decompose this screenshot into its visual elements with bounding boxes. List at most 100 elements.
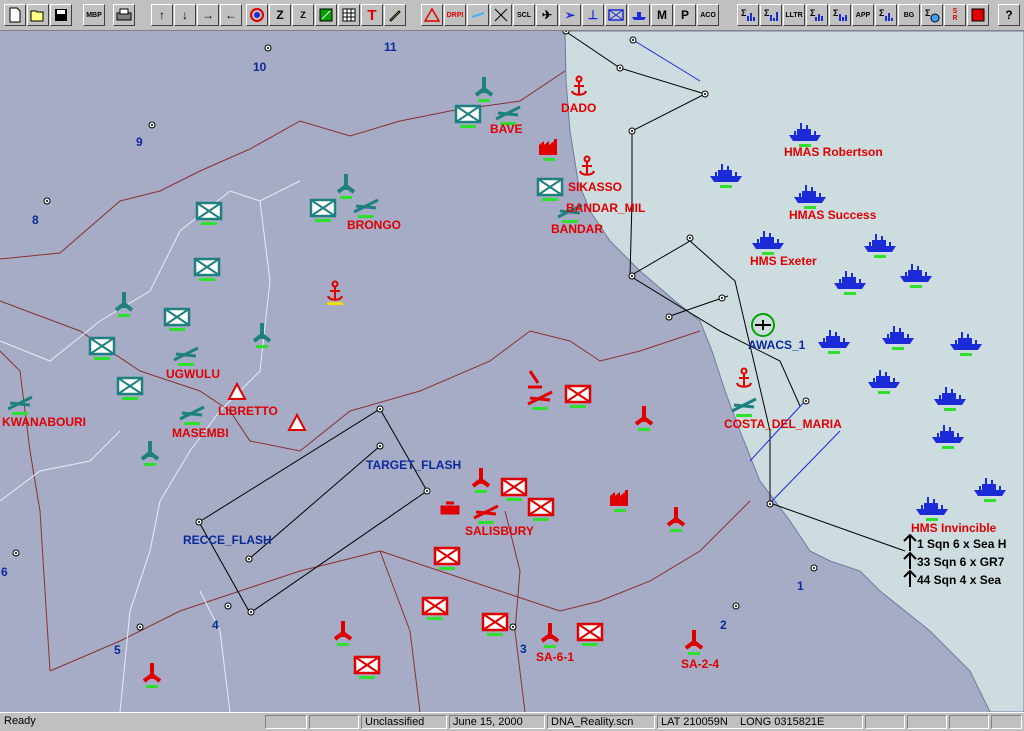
scale-button[interactable]: SCL [513, 4, 535, 26]
ships-button[interactable] [628, 4, 650, 26]
globe-icon: Σ [925, 8, 940, 23]
sum-stats-button[interactable]: Σ [829, 4, 851, 26]
place-label: SIKASSO [568, 180, 622, 194]
status-panel [265, 715, 307, 729]
aircraft-button[interactable]: ✈ [536, 4, 558, 26]
ship-label: HMAS Success [789, 208, 877, 222]
place-label: BANDAR_MIL [566, 201, 645, 215]
awacs-label: AWACS_1 [748, 338, 806, 352]
lltr-button[interactable]: LLTR [783, 4, 805, 26]
ship-label: HMAS Robertson [784, 145, 883, 159]
new-file-button[interactable] [4, 4, 26, 26]
help-label: ? [1005, 8, 1013, 22]
svg-text:Σ: Σ [810, 8, 816, 18]
grid-button[interactable] [338, 4, 360, 26]
threat-button[interactable] [421, 4, 443, 26]
grid-number: 4 [212, 618, 219, 632]
draw-tool-button[interactable] [384, 4, 406, 26]
supply-icon [608, 9, 624, 21]
text-tool-button[interactable]: T [361, 4, 383, 26]
zoom-in-label: Z [276, 8, 284, 22]
arrow-down-icon: ↓ [182, 8, 188, 22]
sum-chart-icon: Σ [764, 8, 778, 21]
place-label: SALISBURY [465, 524, 534, 538]
ship-label: HMS Invincible [911, 521, 997, 535]
place-label: LIBRETTO [218, 404, 278, 418]
aco-button[interactable]: ACO [697, 4, 719, 26]
svg-text:Σ: Σ [833, 8, 839, 18]
scale-label: SCL [517, 11, 531, 19]
sum-chart-icon: Σ [741, 8, 755, 21]
move-down-button[interactable]: ↓ [174, 4, 196, 26]
svg-text:Σ: Σ [764, 8, 770, 18]
route-label: TARGET_FLASH [366, 458, 461, 472]
zoom-in-button[interactable]: Z [269, 4, 291, 26]
grid-number: 5 [114, 643, 121, 657]
app-button[interactable]: APP [852, 4, 874, 26]
map-layer-button[interactable] [315, 4, 337, 26]
map-view[interactable]: 1 2 3 4 5 6 8 9 10 11 DADO BAVE SIKASSO … [0, 31, 1024, 712]
zoom-out-button[interactable]: Z [292, 4, 314, 26]
status-panel [907, 715, 947, 729]
place-label: DADO [561, 101, 596, 115]
open-file-button[interactable] [27, 4, 49, 26]
airbase-button[interactable]: ➢ [559, 4, 581, 26]
printer-icon [116, 8, 132, 21]
squadron-label: 44 Sqn 4 x Sea [917, 573, 1001, 587]
app-label: APP [855, 11, 871, 19]
zoom-out-label: Z [300, 10, 306, 20]
status-lat: LAT 210059N [657, 715, 737, 729]
place-label: SA-2-4 [681, 657, 719, 671]
arrow-up-icon: ↑ [159, 8, 165, 22]
arrow-right-icon: → [202, 8, 214, 22]
aco-label: ACO [700, 11, 716, 19]
mbp-button[interactable]: MBP [83, 4, 105, 26]
status-panel [949, 715, 989, 729]
sr-button[interactable]: S R [944, 4, 966, 26]
supply-button[interactable] [605, 4, 627, 26]
launch-button[interactable]: ⊥ [582, 4, 604, 26]
sum-bar-button[interactable]: Σ [760, 4, 782, 26]
svg-text:Σ: Σ [925, 8, 931, 18]
measure-button[interactable] [490, 4, 512, 26]
grid-number: 9 [136, 135, 143, 149]
triangle-icon [424, 7, 440, 22]
sum-map-button[interactable]: Σ [737, 4, 759, 26]
place-label: COSTA_DEL_MARIA [724, 417, 842, 431]
help-button[interactable]: ? [998, 4, 1020, 26]
p-label: P [680, 8, 689, 22]
grid-number: 1 [797, 579, 804, 593]
open-folder-icon [30, 10, 44, 22]
move-left-button[interactable]: ← [220, 4, 242, 26]
sum-chart-icon: Σ [810, 8, 823, 21]
bg-button[interactable]: BG [898, 4, 920, 26]
sum-line-button[interactable]: Σ [806, 4, 828, 26]
sum-report-button[interactable]: Σ [875, 4, 897, 26]
sum-chart-icon: Σ [833, 8, 847, 21]
target-icon [250, 8, 264, 22]
sum-globe-button[interactable]: Σ [921, 4, 943, 26]
range-button[interactable] [467, 4, 489, 26]
print-button[interactable] [113, 4, 135, 26]
drpi-button[interactable]: DRPI [444, 4, 466, 26]
grid-number: 6 [1, 565, 8, 579]
new-file-icon [9, 7, 21, 23]
center-button[interactable] [246, 4, 268, 26]
p-button[interactable]: P [674, 4, 696, 26]
stop-button[interactable] [967, 4, 989, 26]
grid-number: 3 [520, 642, 527, 656]
move-right-button[interactable]: → [197, 4, 219, 26]
drpi-label: DRPI [446, 11, 464, 19]
toolbar: MBP ↑ ↓ → ← Z Z T DRPI SCL ✈ ➢ ⊥ M P ACO… [0, 0, 1024, 31]
move-up-button[interactable]: ↑ [151, 4, 173, 26]
place-label: MASEMBI [172, 426, 229, 440]
grid-number: 11 [384, 40, 397, 54]
pencil-icon [389, 10, 401, 22]
status-file: DNA_Reality.scn [547, 715, 655, 729]
status-long: LONG 0315821E [737, 715, 863, 729]
map-canvas[interactable]: 1 2 3 4 5 6 8 9 10 11 DADO BAVE SIKASSO … [0, 31, 1024, 712]
range-icon [471, 12, 485, 18]
place-label: BRONGO [347, 218, 401, 232]
m-button[interactable]: M [651, 4, 673, 26]
save-button[interactable] [50, 4, 72, 26]
